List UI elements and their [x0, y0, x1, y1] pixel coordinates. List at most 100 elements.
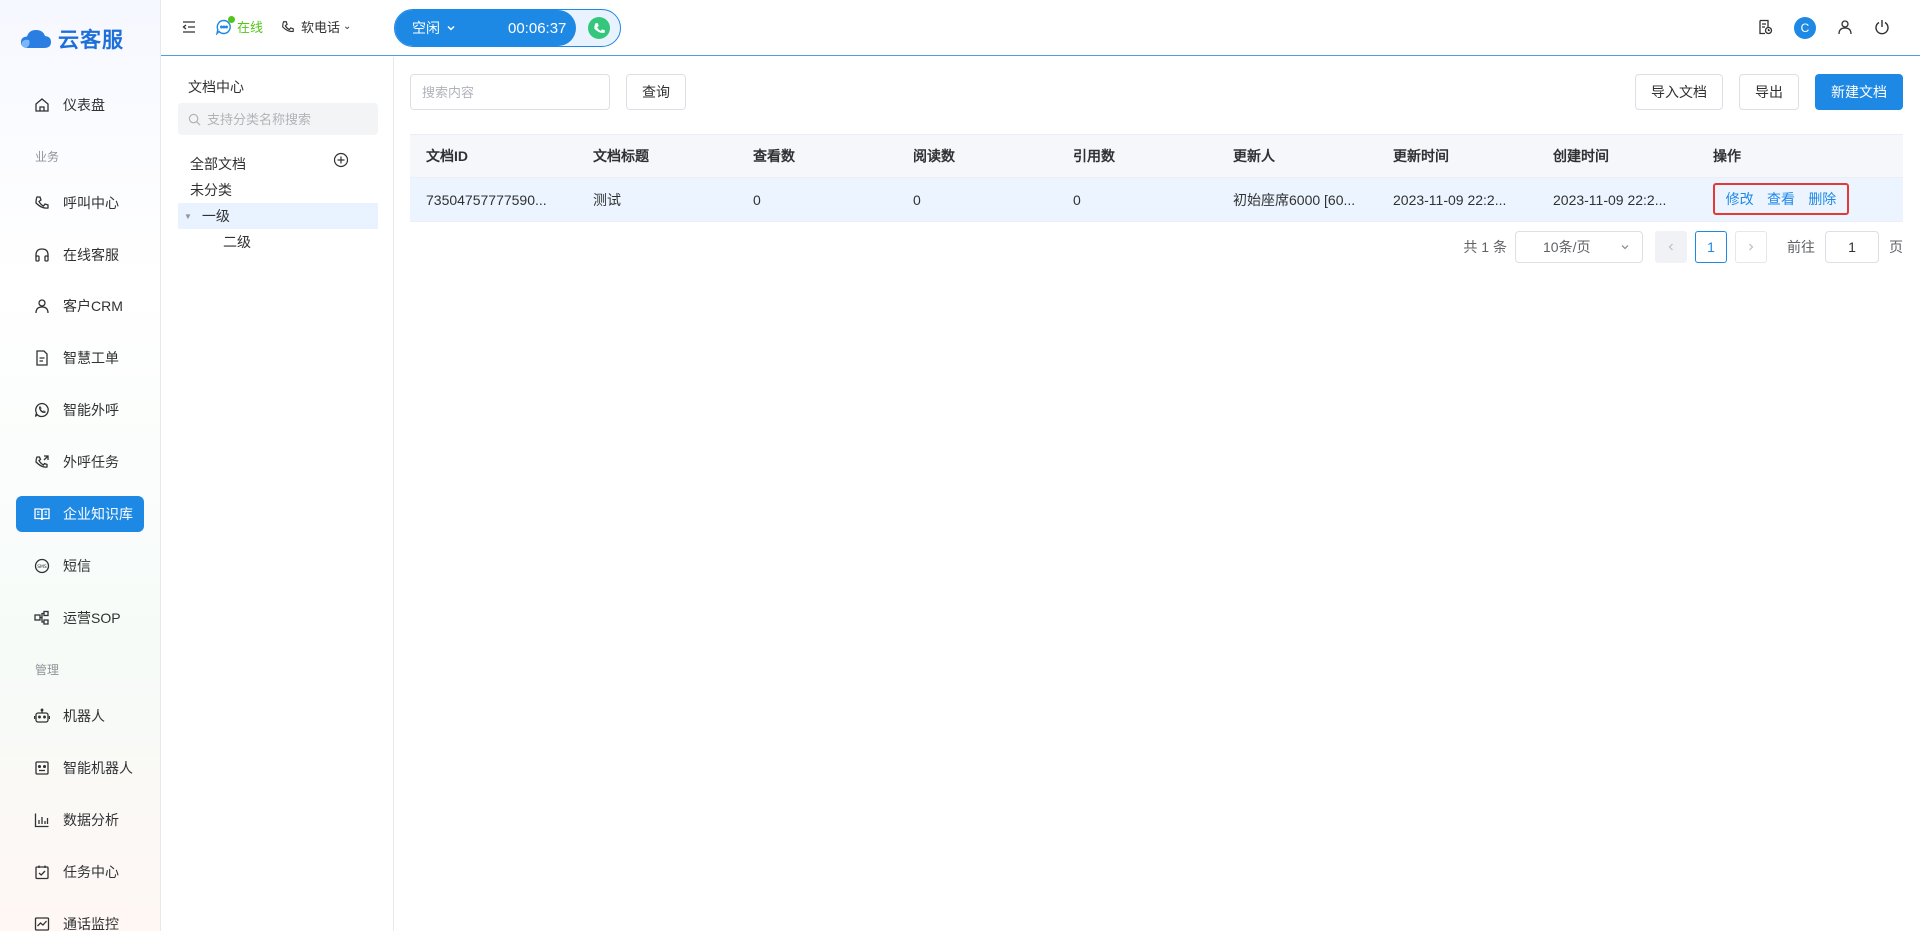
updater-cell: 初始座席6000 [60...: [1233, 191, 1356, 208]
home-icon: [34, 97, 50, 113]
sidebar-item-label: 在线客服: [63, 247, 119, 263]
sidebar-item-label: 客户CRM: [63, 298, 123, 314]
sidebar-item-task-center[interactable]: 任务中心: [16, 854, 144, 890]
sidebar-item-smart-outbound[interactable]: 智能外呼: [16, 392, 144, 428]
sidebar-item-robot[interactable]: 机器人: [16, 698, 144, 734]
tree-search-box: [178, 103, 378, 135]
user-icon[interactable]: [1837, 19, 1853, 38]
sidebar-item-sms[interactable]: SMS 短信: [16, 548, 144, 584]
row-actions-highlight: 修改 查看 删除: [1713, 183, 1849, 215]
bar-chart-icon: [34, 812, 50, 828]
goto-page-input[interactable]: [1825, 231, 1879, 263]
page-size-select[interactable]: 10条/页: [1515, 231, 1643, 263]
tree-search-input[interactable]: [207, 111, 367, 127]
view-count-cell: 0: [753, 191, 761, 208]
menu-collapse-icon[interactable]: [181, 19, 199, 37]
sms-icon: SMS: [34, 558, 50, 574]
column-header: 文档ID: [426, 148, 468, 164]
sidebar-item-label: 外呼任务: [63, 454, 119, 470]
column-header: 引用数: [1073, 148, 1115, 164]
search-icon: [188, 113, 201, 125]
sidebar-item-dashboard[interactable]: 仪表盘: [16, 87, 144, 123]
softphone-label: 软电话: [301, 20, 341, 35]
column-header: 创建时间: [1553, 148, 1609, 164]
next-page-button[interactable]: [1735, 231, 1767, 263]
sidebar-item-knowledge-base[interactable]: 企业知识库: [16, 496, 144, 532]
top-header: 在线 软电话 ⌄ 空闲 00:06:37 C: [161, 0, 1920, 56]
sidebar-item-call-center[interactable]: 呼叫中心: [16, 185, 144, 221]
phone-icon: [34, 195, 50, 211]
ref-count-cell: 0: [1073, 191, 1081, 208]
page-unit-label: 页: [1889, 239, 1903, 255]
call-control: 空闲 00:06:37: [394, 9, 621, 47]
tree-node-label: 未分类: [190, 182, 232, 198]
view-link[interactable]: 查看: [1767, 189, 1795, 209]
monitor-icon: [34, 916, 50, 931]
chevron-down-icon: [1621, 245, 1629, 250]
agent-status[interactable]: 在线 软电话 ⌄: [215, 15, 351, 36]
notes-icon[interactable]: [1757, 19, 1773, 38]
sidebar-item-sop[interactable]: 运营SOP: [16, 600, 144, 636]
doc-title-cell: 测试: [593, 191, 621, 208]
import-document-button[interactable]: 导入文档: [1635, 74, 1723, 110]
tree-node-uncategorized[interactable]: 未分类: [178, 177, 378, 203]
tree-node-level-2[interactable]: 二级: [178, 229, 378, 255]
app-logo[interactable]: 云客服: [20, 24, 124, 54]
updated-time-cell: 2023-11-09 22:2...: [1393, 191, 1507, 208]
sidebar-item-label: 任务中心: [63, 864, 119, 880]
document-icon: [34, 350, 50, 366]
document-list-area: 查询 导入文档 导出 新建文档 文档ID 文档标题 查看数 阅读数 引用数 更新…: [394, 57, 1920, 931]
sidebar-item-crm[interactable]: 客户CRM: [16, 288, 144, 324]
sidebar-item-label: 智能机器人: [63, 760, 133, 776]
created-time-cell: 2023-11-09 22:2...: [1553, 191, 1667, 208]
svg-text:SMS: SMS: [37, 564, 47, 570]
table-header-row: 文档ID 文档标题 查看数 阅读数 引用数 更新人 更新时间 创建时间 操作: [410, 134, 1903, 178]
sidebar-item-call-monitor[interactable]: 通话监控: [16, 906, 144, 931]
sidebar-item-label: 智慧工单: [63, 350, 119, 366]
sidebar-item-data-analysis[interactable]: 数据分析: [16, 802, 144, 838]
sidebar-item-work-order[interactable]: 智慧工单: [16, 340, 144, 376]
column-header: 更新人: [1233, 148, 1275, 164]
page-size-value: 10条/页: [1543, 239, 1591, 255]
chevron-down-icon: [447, 25, 455, 31]
column-header: 操作: [1713, 148, 1741, 164]
chevron-right-icon: [1749, 243, 1754, 251]
flow-icon: [34, 610, 50, 626]
tree-title: 文档中心: [188, 79, 244, 95]
add-category-icon[interactable]: [333, 152, 349, 168]
sidebar-item-label: 机器人: [63, 708, 105, 724]
caret-down-icon[interactable]: ▼: [184, 212, 192, 221]
headset-icon: [34, 247, 50, 263]
table-row[interactable]: 73504757777590... 测试 0 0 0 初始座席6000 [60.…: [410, 178, 1903, 222]
task-icon: [34, 864, 50, 880]
sidebar-item-online-service[interactable]: 在线客服: [16, 237, 144, 273]
sidebar: 云客服 仪表盘 业务 呼叫中心 在线客服 客户CRM 智慧工单 智能外呼 外呼任…: [0, 0, 161, 931]
call-state-label: 空闲: [412, 20, 440, 36]
column-header: 更新时间: [1393, 148, 1449, 164]
softphone-dropdown[interactable]: 软电话 ⌄: [281, 17, 351, 36]
export-button[interactable]: 导出: [1739, 74, 1799, 110]
avatar[interactable]: C: [1794, 17, 1816, 39]
prev-page-button[interactable]: [1655, 231, 1687, 263]
delete-link[interactable]: 删除: [1808, 189, 1836, 209]
chevron-left-icon: [1668, 243, 1673, 251]
sidebar-item-outbound-task[interactable]: 外呼任务: [16, 444, 144, 480]
edit-link[interactable]: 修改: [1726, 189, 1754, 209]
call-state-dropdown[interactable]: 空闲: [412, 18, 456, 38]
query-button[interactable]: 查询: [626, 74, 686, 110]
power-icon[interactable]: [1874, 19, 1890, 38]
search-input[interactable]: [410, 74, 610, 110]
page-number-button[interactable]: 1: [1695, 231, 1727, 263]
sidebar-item-label: 短信: [63, 558, 91, 574]
whatsapp-phone-icon: [34, 402, 50, 418]
sidebar-item-label: 通话监控: [63, 916, 119, 931]
phone-outgoing-icon: [34, 454, 50, 470]
sidebar-item-smart-robot[interactable]: 智能机器人: [16, 750, 144, 786]
new-document-button[interactable]: 新建文档: [1815, 74, 1903, 110]
tree-node-level-1[interactable]: ▼ 一级: [178, 203, 378, 229]
sidebar-item-label: 数据分析: [63, 812, 119, 828]
sidebar-item-label: 运营SOP: [63, 610, 121, 626]
header-actions: C: [1757, 17, 1890, 39]
answer-call-button[interactable]: [588, 17, 610, 39]
section-label-management: 管理: [35, 663, 60, 677]
